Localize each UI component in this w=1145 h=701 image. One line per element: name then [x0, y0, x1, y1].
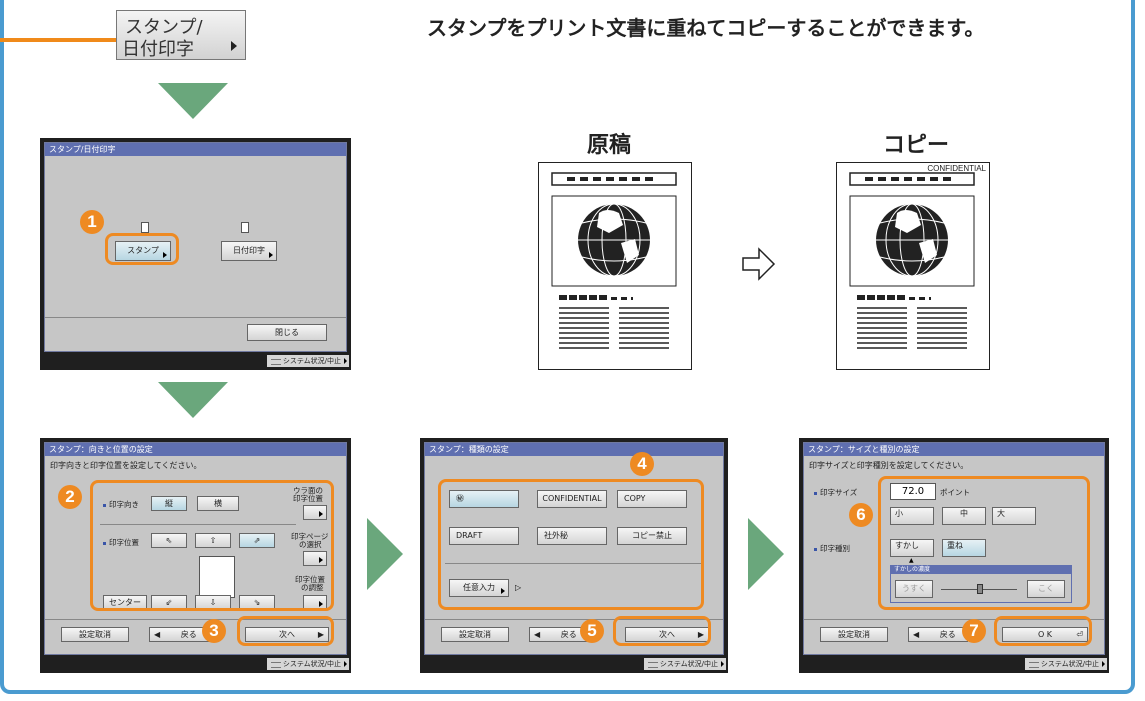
back-button-label: 戻る	[939, 630, 956, 639]
system-status-button[interactable]: システム状況/中止	[267, 355, 349, 367]
page-caption: スタンプをプリント文書に重ねてコピーすることができます。	[427, 16, 985, 40]
screen-panel: スタンプ/日付印字 スタンプ 日付印字 閉じる	[44, 142, 347, 352]
arrow-right-icon	[367, 518, 403, 590]
back-button[interactable]: ◀ 戻る	[908, 627, 968, 642]
highlight-ok	[994, 616, 1092, 646]
step-badge-2: 2	[58, 485, 82, 509]
arrow-right-icon	[748, 518, 784, 590]
instruction-text: 印字サイズと印字種別を設定してください。	[809, 461, 969, 470]
document-illustration	[849, 172, 975, 349]
date-print-button-label: 日付印字	[233, 246, 265, 255]
instruction-text: 印字向きと印字位置を設定してください。	[50, 461, 202, 470]
highlight-stamp	[105, 233, 179, 265]
step-badge-6: 6	[849, 503, 873, 527]
chevron-right-icon	[231, 41, 237, 51]
cancel-settings-button[interactable]: 設定取消	[820, 627, 888, 642]
cancel-settings-button[interactable]: 設定取消	[441, 627, 509, 642]
system-status-button[interactable]: システム状況/中止	[1025, 658, 1107, 670]
step-badge-7: 7	[962, 619, 986, 643]
step-badge-4: 4	[630, 452, 654, 476]
highlight-size-type	[878, 476, 1090, 610]
highlight-next	[613, 616, 711, 646]
document-icon	[241, 222, 249, 233]
highlight-orientation-position	[90, 480, 334, 611]
copy-label: コピー	[883, 133, 950, 158]
stamp-date-print-button[interactable]: スタンプ/ 日付印字	[116, 10, 246, 60]
system-status-button[interactable]: システム状況/中止	[644, 658, 726, 670]
system-status-button[interactable]: システム状況/中止	[267, 658, 349, 670]
back-button-label: 戻る	[560, 630, 577, 639]
date-print-button[interactable]: 日付印字	[221, 241, 277, 261]
arrow-down-icon	[158, 83, 228, 119]
size-label: 印字サイズ	[814, 487, 857, 498]
divider	[45, 317, 346, 318]
original-document	[538, 162, 692, 370]
step-badge-3: 3	[202, 619, 226, 643]
callout-line	[0, 38, 118, 42]
highlight-next	[237, 616, 334, 646]
highlight-stamp-type	[438, 479, 704, 610]
document-illustration	[551, 172, 677, 349]
stamp-text: CONFIDENTIAL	[927, 164, 986, 173]
step-badge-5: 5	[580, 619, 604, 643]
screen-title: スタンプ：種類の設定	[425, 443, 723, 456]
original-label: 原稿	[587, 133, 632, 158]
arrow-down-icon	[158, 382, 228, 418]
screen-title: スタンプ/日付印字	[45, 143, 346, 156]
screen-title: スタンプ：向きと位置の設定	[45, 443, 346, 456]
back-button-label: 戻る	[180, 630, 197, 639]
button-label-line2: 日付印字	[122, 39, 194, 60]
close-button-label: 閉じる	[275, 328, 299, 337]
hollow-arrow-right-icon	[742, 247, 776, 281]
cancel-settings-button[interactable]: 設定取消	[61, 627, 129, 642]
stamp-date-screen: スタンプ/日付印字 スタンプ 日付印字 閉じる システム状況/中止	[40, 138, 351, 370]
step-badge-1: 1	[80, 210, 104, 234]
back-button[interactable]: ◀ 戻る	[149, 627, 209, 642]
copy-document: CONFIDENTIAL	[836, 162, 990, 370]
document-icon	[141, 222, 149, 233]
screen-title: スタンプ：サイズと種別の設定	[804, 443, 1104, 456]
print-type-label: 印字種別	[814, 543, 850, 554]
close-button[interactable]: 閉じる	[247, 324, 327, 341]
